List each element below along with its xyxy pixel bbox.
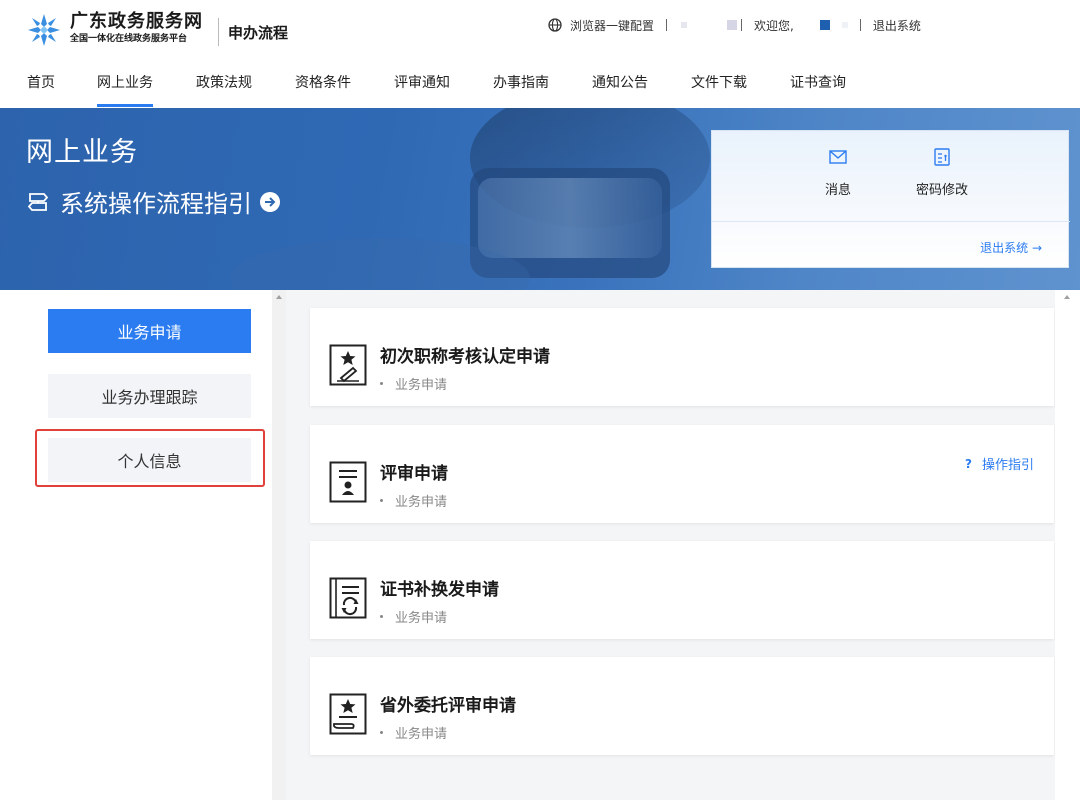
service-tag-label: 业务申请 — [395, 727, 448, 742]
certificate-renew-icon — [329, 577, 367, 619]
user-card: 消息 密码修改 退出系统 → — [711, 130, 1070, 268]
operation-guide-text: 系统操作流程指引 — [60, 190, 252, 218]
card-divider — [712, 221, 1070, 222]
service-title[interactable]: 省外委托评审申请 — [380, 691, 516, 716]
id-document-icon — [329, 461, 367, 503]
question-icon: ? — [965, 456, 972, 471]
service-tag: 业务申请 — [380, 491, 447, 510]
service-title[interactable]: 评审申请 — [380, 459, 448, 484]
operation-guide-link[interactable]: 系统操作流程指引 — [26, 184, 280, 219]
brand[interactable]: 广东政务服务网 全国一体化在线政务服务平台 — [70, 12, 203, 45]
change-password-button[interactable]: 密码修改 — [902, 147, 982, 198]
main-scrollbar[interactable] — [1055, 290, 1080, 800]
logout-link[interactable]: 退出系统 — [873, 17, 921, 34]
nav-item-policy[interactable]: 政策法规 — [196, 72, 252, 92]
highlight-annotation-box — [35, 429, 265, 487]
service-tag-label: 业务申请 — [395, 611, 448, 626]
service-tag: 业务申请 — [380, 607, 447, 626]
mail-icon — [829, 150, 847, 164]
site-title: 广东政务服务网 — [70, 11, 203, 32]
service-card[interactable]: 初次职称考核认定申请 业务申请 — [310, 308, 1054, 406]
brand-divider — [218, 18, 219, 46]
message-button[interactable]: 消息 — [798, 147, 878, 198]
section-title: 申办流程 — [228, 24, 289, 42]
service-tag: 业务申请 — [380, 374, 447, 393]
scroll-up-arrow-icon[interactable] — [276, 295, 282, 299]
scroll-up-arrow-icon[interactable] — [1064, 295, 1070, 299]
sidebar-scrollbar[interactable] — [272, 290, 286, 800]
bullet-dot — [380, 731, 383, 734]
service-card[interactable]: 证书补换发申请 业务申请 — [310, 541, 1054, 639]
scrollbar-track[interactable] — [1055, 290, 1080, 800]
banner-title: 网上业务 — [26, 137, 138, 168]
nav-item-online-business[interactable]: 网上业务 — [97, 72, 153, 107]
redacted-name — [841, 22, 848, 28]
redacted-avatar — [819, 20, 830, 30]
sidebar-item-business-application[interactable]: 业务申请 — [48, 309, 251, 353]
service-card[interactable]: 省外委托评审申请 业务申请 — [310, 657, 1054, 755]
help-label: 操作指引 — [981, 458, 1034, 473]
star-certificate-icon — [329, 344, 367, 386]
site-subtitle: 全国一体化在线政务服务平台 — [70, 34, 188, 44]
divider — [666, 19, 668, 31]
service-tag-label: 业务申请 — [395, 378, 448, 393]
change-password-label: 密码修改 — [915, 183, 968, 198]
service-list: 初次职称考核认定申请 业务申请 评审申请 业务申请 ? 操作指引 证书补换发申请… — [286, 290, 1080, 800]
service-tag: 业务申请 — [380, 723, 447, 742]
service-title[interactable]: 初次职称考核认定申请 — [380, 342, 550, 367]
password-icon — [934, 148, 950, 166]
globe-icon — [548, 18, 562, 32]
banner: 网上业务 系统操作流程指引 消息 密码修改 退出系统 → — [0, 108, 1080, 290]
header-links: 浏览器一键配置 欢迎您, 退出系统 — [548, 16, 921, 34]
operation-guide-help-link[interactable]: ? 操作指引 — [965, 454, 1034, 474]
site-logo-icon[interactable] — [26, 12, 62, 48]
nav-item-home[interactable]: 首页 — [27, 72, 55, 92]
sidebar: 业务申请 业务办理跟踪 个人信息 — [0, 290, 272, 800]
divider — [741, 19, 743, 31]
redacted-username — [681, 22, 688, 28]
message-label: 消息 — [824, 183, 851, 198]
bullet-dot — [380, 499, 383, 502]
nav-item-qualification[interactable]: 资格条件 — [295, 72, 351, 92]
service-tag-label: 业务申请 — [395, 495, 448, 510]
arrow-right-icon — [260, 191, 280, 212]
nav-item-review-notice[interactable]: 评审通知 — [394, 72, 450, 92]
top-header: 广东政务服务网 全国一体化在线政务服务平台 申办流程 浏览器一键配置 欢迎您, … — [0, 0, 1080, 58]
welcome-text: 欢迎您, — [754, 18, 794, 33]
bullet-dot — [380, 382, 383, 385]
star-hand-icon — [329, 693, 367, 735]
nav-item-certificate-query[interactable]: 证书查询 — [790, 72, 846, 92]
nav-item-guide[interactable]: 办事指南 — [493, 72, 549, 92]
nav-item-download[interactable]: 文件下载 — [691, 72, 747, 92]
sidebar-item-business-tracking[interactable]: 业务办理跟踪 — [48, 374, 251, 418]
signpost-icon — [27, 192, 49, 211]
card-logout-link[interactable]: 退出系统 → — [980, 239, 1042, 256]
service-title[interactable]: 证书补换发申请 — [380, 575, 499, 600]
bullet-dot — [380, 615, 383, 618]
divider — [859, 19, 861, 31]
service-card[interactable]: 评审申请 业务申请 ? 操作指引 — [310, 425, 1054, 523]
main-nav: 首页 网上业务 政策法规 资格条件 评审通知 办事指南 通知公告 文件下载 证书… — [0, 58, 1080, 108]
nav-item-announcement[interactable]: 通知公告 — [592, 72, 648, 92]
browser-config-link[interactable]: 浏览器一键配置 — [570, 17, 654, 34]
redacted-username — [727, 20, 738, 30]
